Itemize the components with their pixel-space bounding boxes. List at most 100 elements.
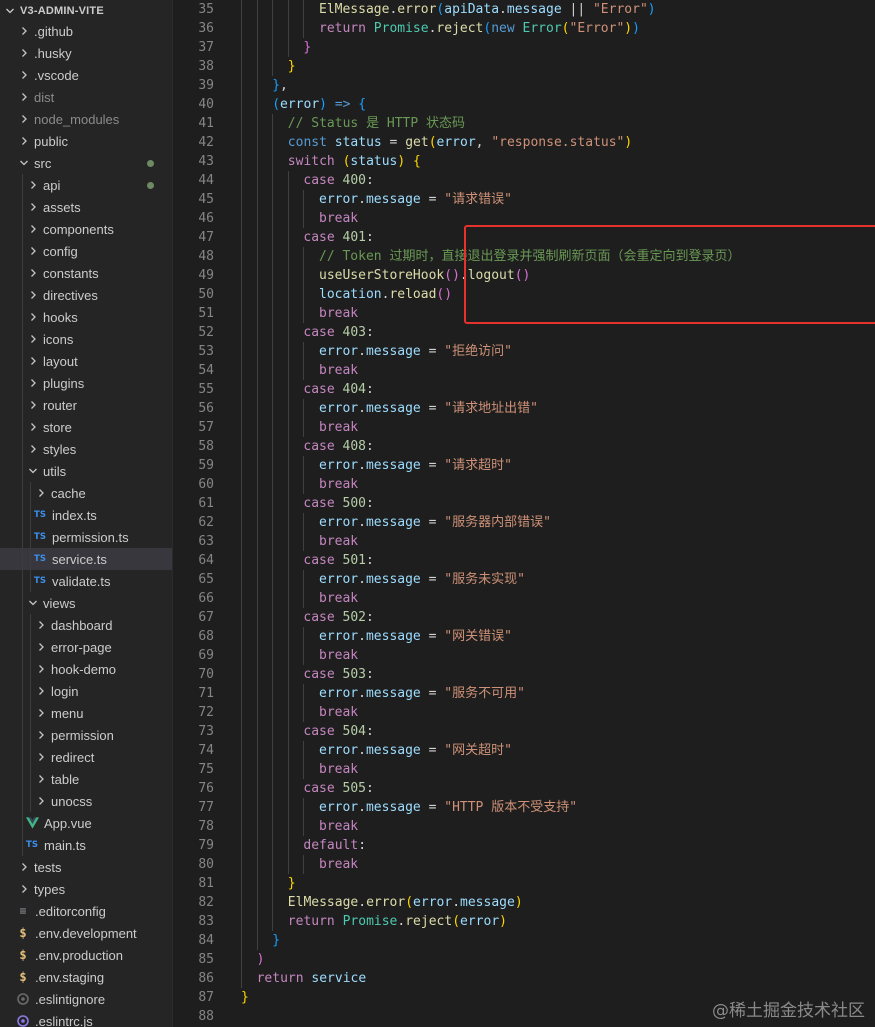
folder-item-api[interactable]: api [0,174,172,196]
code-line[interactable]: 76 case 505: [173,779,875,798]
code-line[interactable]: 42 const status = get(error, "response.st… [173,133,875,152]
folder-item-vscode[interactable]: .vscode [0,64,172,86]
code-line[interactable]: 36 return Promise.reject(new Error("Error… [173,19,875,38]
folder-item-styles[interactable]: styles [0,438,172,460]
code-line[interactable]: 61 case 500: [173,494,875,513]
code-line[interactable]: 65 error.message = "服务未实现" [173,570,875,589]
folder-item-dist[interactable]: dist [0,86,172,108]
folder-item-public[interactable]: public [0,130,172,152]
code-line[interactable]: 58 case 408: [173,437,875,456]
file-item-validate-ts[interactable]: TS validate.ts [0,570,172,592]
code-line[interactable]: 71 error.message = "服务不可用" [173,684,875,703]
folder-item-hook-demo[interactable]: hook-demo [0,658,172,680]
folder-item-config[interactable]: config [0,240,172,262]
file-item-permission-ts[interactable]: TS permission.ts [0,526,172,548]
code-line[interactable]: 82 ElMessage.error(error.message) [173,893,875,912]
code-line[interactable]: 70 case 503: [173,665,875,684]
file-item-service-ts[interactable]: TS service.ts [0,548,172,570]
folder-item-node-modules[interactable]: node_modules [0,108,172,130]
code-line[interactable]: 60 break [173,475,875,494]
file-item-env-production[interactable]: $ .env.production [0,944,172,966]
code-line[interactable]: 69 break [173,646,875,665]
folder-item-constants[interactable]: constants [0,262,172,284]
folder-item-components[interactable]: components [0,218,172,240]
code-line[interactable]: 72 break [173,703,875,722]
file-item-eslintignore[interactable]: .eslintignore [0,988,172,1010]
code-editor[interactable]: 35 ElMessage.error(apiData.message || "Er… [173,0,875,1027]
folder-item-directives[interactable]: directives [0,284,172,306]
folder-item-unocss[interactable]: unocss [0,790,172,812]
code-line[interactable]: 47 case 401: [173,228,875,247]
code-line[interactable]: 84} [173,931,875,950]
code-line[interactable]: 37} [173,38,875,57]
folder-item-types[interactable]: types [0,878,172,900]
code-line[interactable]: 54 break [173,361,875,380]
code-line[interactable]: 67 case 502: [173,608,875,627]
folder-item-hooks[interactable]: hooks [0,306,172,328]
code-line[interactable]: 53 error.message = "拒绝访问" [173,342,875,361]
file-item-editorconfig[interactable]: ≡ .editorconfig [0,900,172,922]
code-line[interactable]: 66 break [173,589,875,608]
folder-item-redirect[interactable]: redirect [0,746,172,768]
folder-item-table[interactable]: table [0,768,172,790]
code-line[interactable]: 41 // Status 是 HTTP 状态码 [173,114,875,133]
code-line[interactable]: 51 break [173,304,875,323]
folder-item-permission[interactable]: permission [0,724,172,746]
code-line[interactable]: 83 return Promise.reject(error) [173,912,875,931]
code-line[interactable]: 62 error.message = "服务器内部错误" [173,513,875,532]
explorer-root-folder[interactable]: V3-ADMIN-VITE [0,0,172,22]
code-line[interactable]: 39}, [173,76,875,95]
code-line[interactable]: 64 case 501: [173,551,875,570]
code-line[interactable]: 46 break [173,209,875,228]
file-item-env-staging[interactable]: $ .env.staging [0,966,172,988]
code-line[interactable]: 44 case 400: [173,171,875,190]
folder-item-src[interactable]: src [0,152,172,174]
folder-item-dashboard[interactable]: dashboard [0,614,172,636]
code-line[interactable]: 63 break [173,532,875,551]
code-line[interactable]: 68 error.message = "网关错误" [173,627,875,646]
folder-item-github[interactable]: .github [0,20,172,42]
folder-item-assets[interactable]: assets [0,196,172,218]
code-line[interactable]: 38} [173,57,875,76]
folder-item-store[interactable]: store [0,416,172,438]
code-line[interactable]: 40 (error) => { [173,95,875,114]
folder-item-plugins[interactable]: plugins [0,372,172,394]
code-line[interactable]: 73 case 504: [173,722,875,741]
code-line[interactable]: 52 case 403: [173,323,875,342]
code-line[interactable]: 59 error.message = "请求超时" [173,456,875,475]
code-line[interactable]: 49 useUserStoreHook().logout() [173,266,875,285]
folder-item-utils[interactable]: utils [0,460,172,482]
file-item-env-development[interactable]: $ .env.development [0,922,172,944]
code-line[interactable]: 85) [173,950,875,969]
code-line[interactable]: 57 break [173,418,875,437]
code-line[interactable]: 55 case 404: [173,380,875,399]
code-line[interactable]: 75 break [173,760,875,779]
code-line[interactable]: 50 location.reload() [173,285,875,304]
file-item-app-vue[interactable]: App.vue [0,812,172,834]
folder-item-icons[interactable]: icons [0,328,172,350]
folder-item-error-page[interactable]: error-page [0,636,172,658]
code-line[interactable]: 77 error.message = "HTTP 版本不受支持" [173,798,875,817]
code-line[interactable]: 86 return service [173,969,875,988]
code-line[interactable]: 80 break [173,855,875,874]
file-item-main-ts[interactable]: TS main.ts [0,834,172,856]
code-line[interactable]: 74 error.message = "网关超时" [173,741,875,760]
folder-item-husky[interactable]: .husky [0,42,172,64]
code-line[interactable]: 48 // Token 过期时，直接退出登录并强制刷新页面（会重定向到登录页） [173,247,875,266]
file-item-eslintrc-js[interactable]: .eslintrc.js [0,1010,172,1027]
folder-item-views[interactable]: views [0,592,172,614]
code-line[interactable]: 56 error.message = "请求地址出错" [173,399,875,418]
folder-item-layout[interactable]: layout [0,350,172,372]
folder-item-tests[interactable]: tests [0,856,172,878]
code-line[interactable]: 45 error.message = "请求错误" [173,190,875,209]
folder-item-menu[interactable]: menu [0,702,172,724]
code-line[interactable]: 81} [173,874,875,893]
code-line[interactable]: 35 ElMessage.error(apiData.message || "Er… [173,0,875,19]
code-line[interactable]: 78 break [173,817,875,836]
folder-item-router[interactable]: router [0,394,172,416]
code-line[interactable]: 43 switch (status) { [173,152,875,171]
folder-item-login[interactable]: login [0,680,172,702]
folder-item-cache[interactable]: cache [0,482,172,504]
file-item-index-ts[interactable]: TS index.ts [0,504,172,526]
code-line[interactable]: 79 default: [173,836,875,855]
